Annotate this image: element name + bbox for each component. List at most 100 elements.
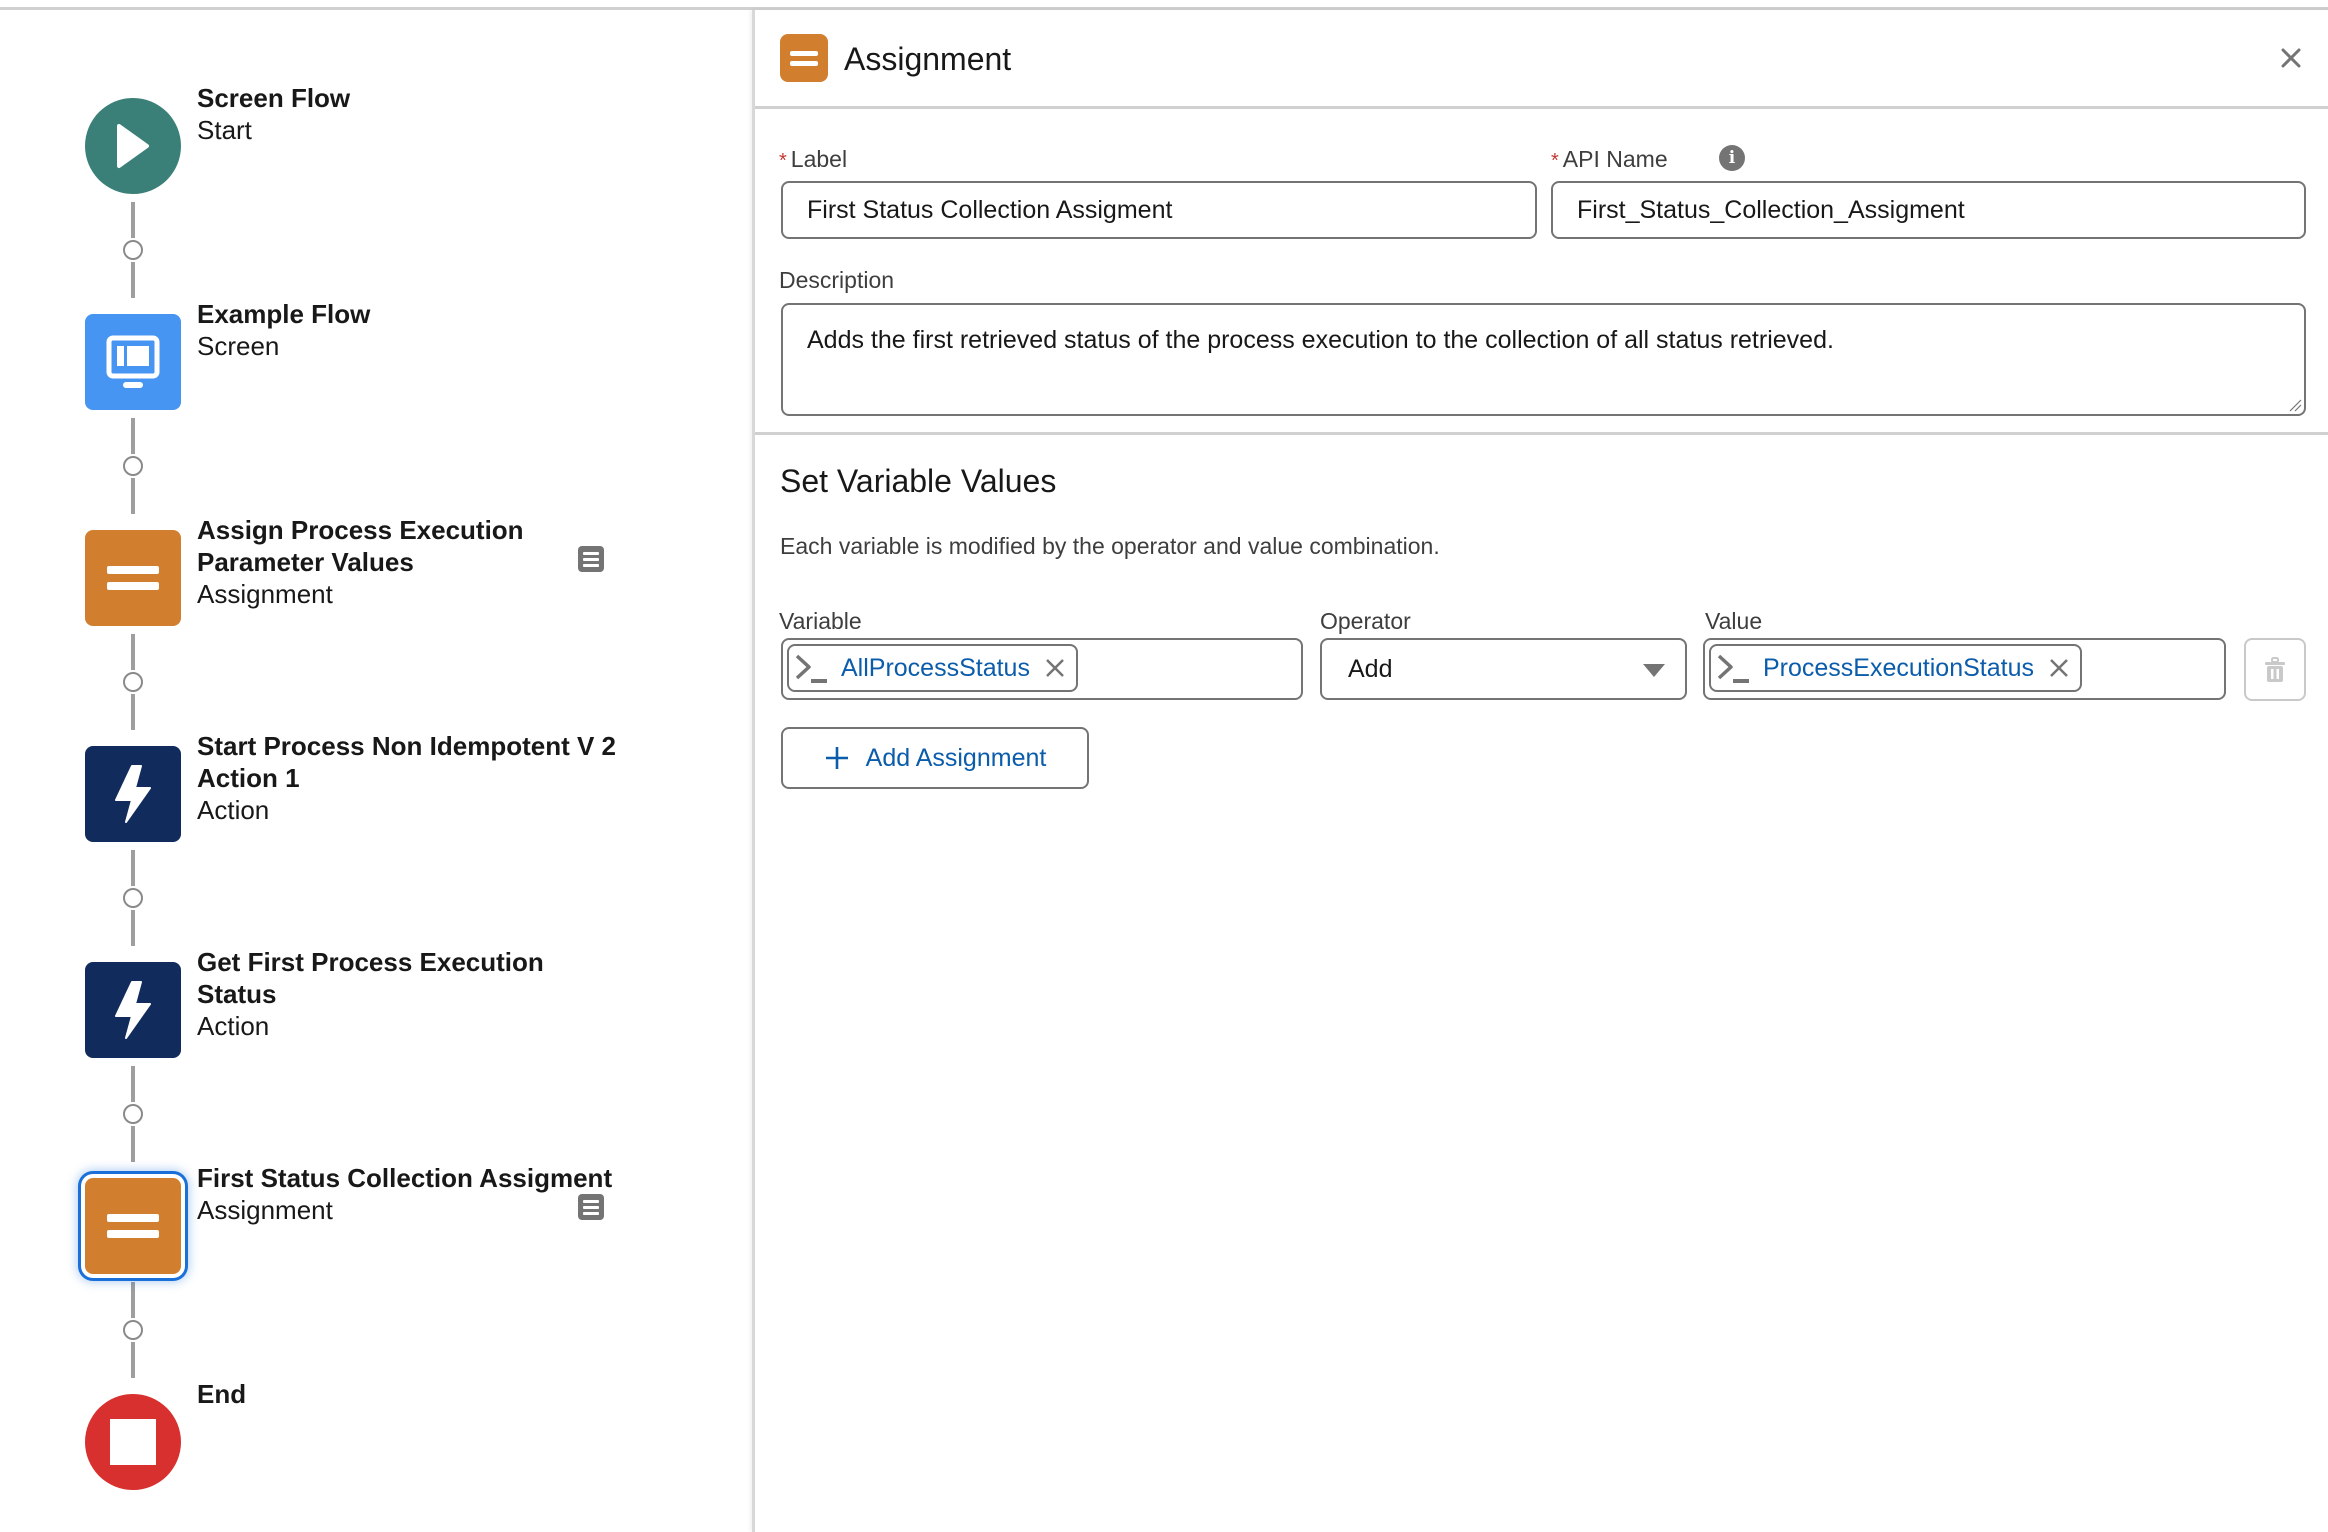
description-note-icon[interactable] [578, 1194, 604, 1220]
flow-node-start[interactable] [85, 98, 181, 194]
api-name-label-text: API Name [1562, 146, 1668, 172]
variable-pill-text: AllProcessStatus [841, 653, 1030, 682]
add-assignment-button[interactable]: Add Assignment [781, 727, 1089, 789]
panel-header: Assignment [755, 10, 2328, 109]
remove-value-icon[interactable] [2048, 657, 2070, 679]
variable-resource-icon [1717, 654, 1749, 683]
flow-node-action[interactable] [85, 962, 181, 1058]
node-label[interactable]: Screen Flow Start [197, 82, 617, 146]
panel-title: Assignment [844, 41, 1012, 77]
add-element-button[interactable] [123, 1320, 143, 1340]
connector-line [131, 262, 135, 298]
node-type: Action [197, 1011, 270, 1041]
lightning-icon [115, 765, 151, 823]
operator-select[interactable]: Add [1320, 638, 1687, 700]
node-title: Get First Process Execution Status [197, 947, 544, 1009]
node-type: Assignment [197, 579, 333, 609]
stop-icon [110, 1419, 156, 1465]
close-icon [2281, 48, 2301, 68]
close-button[interactable] [2273, 40, 2309, 76]
description-textarea[interactable]: Adds the first retrieved status of the p… [781, 303, 2306, 416]
label-input[interactable]: First Status Collection Assigment [781, 181, 1537, 239]
node-title: First Status Collection Assigment [197, 1163, 613, 1193]
node-label[interactable]: Get First Process Execution Status Action [197, 946, 617, 1042]
lightning-icon [85, 746, 181, 842]
label-field-label: * Label [779, 145, 847, 175]
node-title: Example Flow [197, 299, 371, 329]
variable-input[interactable]: AllProcessStatus [781, 638, 1303, 700]
remove-variable-icon[interactable] [1044, 657, 1066, 679]
flow-node-end[interactable] [85, 1394, 181, 1490]
description-field-label: Description [779, 267, 895, 293]
description-value: Adds the first retrieved status of the p… [807, 326, 1834, 354]
connector-line [131, 850, 135, 886]
section-title: Set Variable Values [780, 463, 1057, 499]
node-label[interactable]: Assign Process Execution Parameter Value… [197, 514, 617, 610]
node-type: Screen [197, 331, 280, 361]
assignment-icon [107, 566, 159, 590]
connector-line [131, 910, 135, 946]
connector-line [131, 1342, 135, 1378]
api-name-input[interactable]: First_Status_Collection_Assigment [1551, 181, 2306, 239]
node-label[interactable]: Start Process Non Idempotent V 2 Action … [197, 730, 617, 826]
variable-pill[interactable]: AllProcessStatus [787, 644, 1078, 692]
add-element-button[interactable] [123, 240, 143, 260]
flow-canvas[interactable]: Screen Flow Start Example Flow Screen Assign… [0, 10, 752, 1532]
value-pill-text: ProcessExecutionStatus [1763, 653, 2034, 682]
add-assignment-label: Add Assignment [865, 743, 1047, 772]
node-type: Start [197, 115, 252, 145]
value-input[interactable]: ProcessExecutionStatus [1703, 638, 2226, 700]
node-label[interactable]: First Status Collection Assigment Assignm… [197, 1162, 617, 1226]
info-icon[interactable]: i [1719, 145, 1745, 171]
operator-value: Add [1348, 655, 1393, 683]
node-type: Assignment [197, 1195, 333, 1225]
label-field-label-text: Label [790, 146, 848, 172]
connector-line [131, 418, 135, 454]
flow-node-assignment[interactable] [85, 530, 181, 626]
description-note-icon[interactable] [578, 546, 604, 572]
connector-line [131, 202, 135, 238]
add-element-button[interactable] [123, 1104, 143, 1124]
resize-handle-icon[interactable] [2288, 398, 2302, 412]
connector-line [131, 1066, 135, 1102]
node-label[interactable]: End [197, 1378, 617, 1410]
screen-icon [85, 314, 181, 410]
plus-icon [825, 747, 848, 769]
add-element-button[interactable] [123, 888, 143, 908]
operator-column-label: Operator [1320, 608, 1411, 634]
node-title: Assign Process Execution Parameter Value… [197, 515, 524, 577]
required-asterisk: * [1551, 150, 1559, 172]
stop-icon [85, 1394, 181, 1490]
node-title: Screen Flow [197, 83, 351, 113]
variable-column-label: Variable [779, 608, 862, 634]
properties-panel: Assignment * Label First Status Collectio… [752, 10, 2328, 1532]
section-description: Each variable is modified by the operato… [780, 533, 1440, 559]
assignment-icon [85, 1178, 181, 1274]
trash-icon [2265, 656, 2285, 682]
flow-node-screen[interactable] [85, 314, 181, 410]
label-input-value: First Status Collection Assigment [807, 195, 1173, 224]
assignment-icon [107, 1214, 159, 1238]
connector-line [131, 694, 135, 730]
api-name-input-value: First_Status_Collection_Assigment [1577, 195, 1965, 224]
add-element-button[interactable] [123, 456, 143, 476]
required-asterisk: * [779, 150, 787, 172]
chevron-down-icon [1643, 664, 1665, 677]
value-pill[interactable]: ProcessExecutionStatus [1709, 644, 2082, 692]
node-type: Action [197, 795, 270, 825]
add-element-button[interactable] [123, 672, 143, 692]
flow-node-assignment[interactable] [85, 1178, 181, 1274]
connector-line [131, 1126, 135, 1162]
flow-node-action[interactable] [85, 746, 181, 842]
connector-line [131, 634, 135, 670]
node-title: End [197, 1379, 247, 1409]
variable-resource-icon [795, 654, 827, 683]
lightning-icon [85, 962, 181, 1058]
node-title: Start Process Non Idempotent V 2 Action … [197, 731, 616, 793]
connector-line [131, 1282, 135, 1318]
node-label[interactable]: Example Flow Screen [197, 298, 617, 362]
value-column-label: Value [1705, 608, 1763, 634]
play-icon [85, 98, 181, 194]
api-name-field-label: * API Name [1551, 145, 1668, 175]
delete-assignment-button[interactable] [2244, 638, 2306, 701]
